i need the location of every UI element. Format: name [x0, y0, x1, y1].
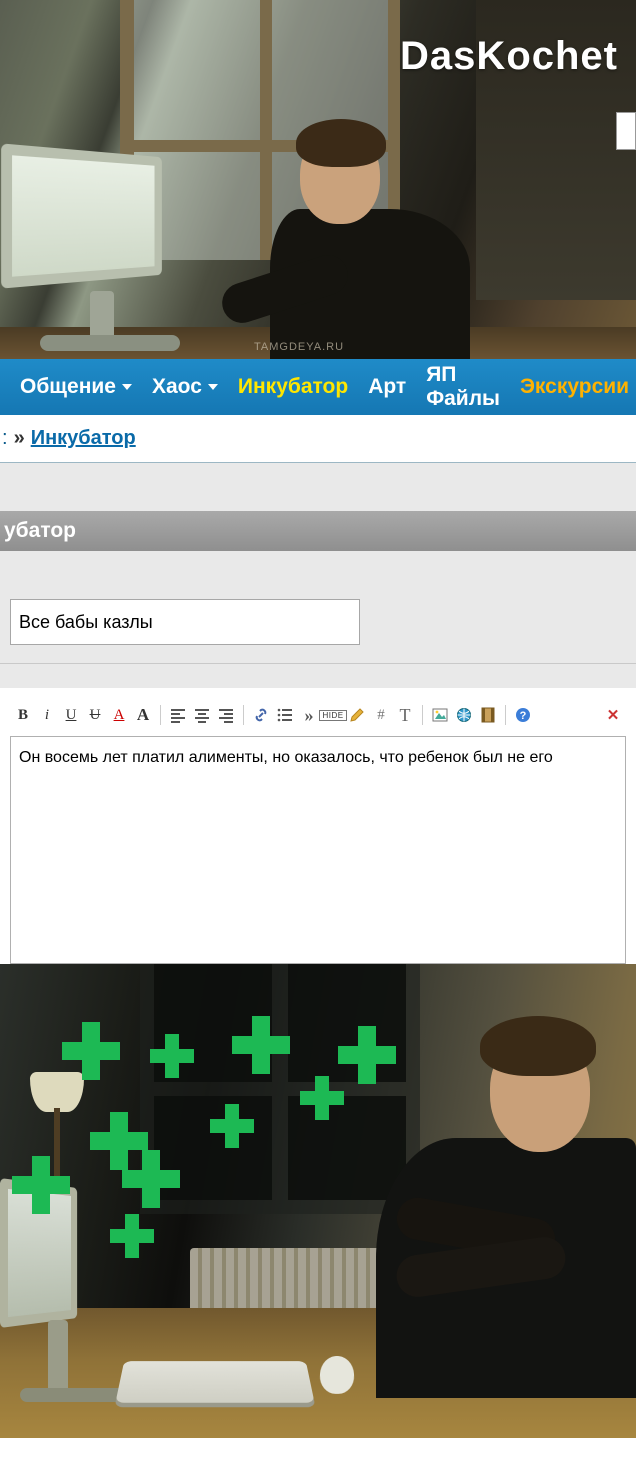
- nav-label: Хаос: [152, 375, 202, 399]
- nav-item-incubator[interactable]: Инкубатор: [228, 359, 358, 415]
- person-satisfied: [336, 998, 636, 1438]
- image-icon: [432, 707, 448, 723]
- editor-textarea[interactable]: Он восемь лет платил алименты, но оказал…: [10, 736, 626, 964]
- spoiler-button[interactable]: HIDE: [322, 704, 344, 726]
- align-center-icon: [194, 707, 210, 723]
- nav-label: ЯП Файлы: [426, 363, 500, 411]
- nav-label: Общение: [20, 375, 116, 399]
- text-button[interactable]: T: [394, 704, 416, 726]
- help-icon: ?: [515, 707, 531, 723]
- nav-item-art[interactable]: Арт: [358, 359, 416, 415]
- align-right-icon: [218, 707, 234, 723]
- bold-button[interactable]: B: [12, 704, 34, 726]
- nav-item-files[interactable]: ЯП Файлы: [416, 359, 510, 415]
- align-left-button[interactable]: [167, 704, 189, 726]
- monitor: [0, 131, 210, 351]
- image-button[interactable]: [429, 704, 451, 726]
- breadcrumb-link-incubator[interactable]: Инкубатор: [31, 427, 136, 450]
- post-form: [0, 551, 636, 664]
- section-title-fragment: убатор: [4, 519, 76, 543]
- font-size-button[interactable]: A: [132, 704, 154, 726]
- clear-button[interactable]: ✕: [602, 704, 624, 726]
- chevron-down-icon: [122, 384, 132, 390]
- hide-icon: HIDE: [319, 710, 346, 721]
- nav-item-excursions[interactable]: Экскурсии: [510, 359, 636, 415]
- breadcrumb-separator: »: [14, 427, 25, 450]
- toolbar-separator: [160, 705, 161, 725]
- chevron-down-icon: [208, 384, 218, 390]
- strike-button[interactable]: U: [84, 704, 106, 726]
- link-button[interactable]: [250, 704, 272, 726]
- person-typing: [260, 109, 460, 359]
- pencil-icon: [349, 707, 365, 723]
- list-icon: [277, 707, 293, 723]
- username-overlay: DasKochet: [400, 34, 618, 79]
- nav-item-communication[interactable]: Общение: [10, 359, 142, 415]
- globe-icon: [456, 707, 472, 723]
- spacer: [0, 463, 636, 511]
- edit-button[interactable]: [346, 704, 368, 726]
- underline-button[interactable]: U: [60, 704, 82, 726]
- list-button[interactable]: [274, 704, 296, 726]
- meme-panel-top: DasKochet TAMGDEYA.RU: [0, 0, 636, 359]
- align-center-button[interactable]: [191, 704, 213, 726]
- nav-item-chaos[interactable]: Хаос: [142, 359, 228, 415]
- nav-label: Арт: [368, 375, 406, 399]
- help-button[interactable]: ?: [512, 704, 534, 726]
- quote-button[interactable]: »: [298, 704, 320, 726]
- toolbar-separator: [243, 705, 244, 725]
- main-nav: Общение Хаос Инкубатор Арт ЯП Файлы Экск…: [0, 359, 636, 415]
- svg-text:?: ?: [520, 710, 527, 722]
- spacer: [0, 664, 636, 688]
- nav-label: Экскурсии: [520, 375, 629, 399]
- nav-label: Инкубатор: [238, 375, 348, 399]
- toolbar-separator: [422, 705, 423, 725]
- watermark-text: TAMGDEYA.RU: [254, 341, 344, 353]
- italic-button[interactable]: i: [36, 704, 58, 726]
- monitor: [0, 1118, 140, 1418]
- media-button[interactable]: [453, 704, 475, 726]
- font-color-button[interactable]: A: [108, 704, 130, 726]
- rich-text-editor: B i U U A A » HIDE # T: [0, 688, 636, 964]
- meme-panel-bottom: [0, 964, 636, 1438]
- keyboard: [115, 1361, 314, 1403]
- hash-button[interactable]: #: [370, 704, 392, 726]
- post-title-input[interactable]: [10, 599, 360, 645]
- toolbar-separator: [505, 705, 506, 725]
- align-left-icon: [170, 707, 186, 723]
- align-right-button[interactable]: [215, 704, 237, 726]
- breadcrumb: : » Инкубатор: [0, 415, 636, 463]
- edge-input-fragment: [616, 112, 636, 150]
- film-icon: [480, 707, 496, 723]
- video-button[interactable]: [477, 704, 499, 726]
- breadcrumb-leading: :: [2, 427, 8, 450]
- editor-toolbar: B i U U A A » HIDE # T: [10, 700, 626, 730]
- section-heading: убатор: [0, 511, 636, 551]
- link-icon: [253, 707, 269, 723]
